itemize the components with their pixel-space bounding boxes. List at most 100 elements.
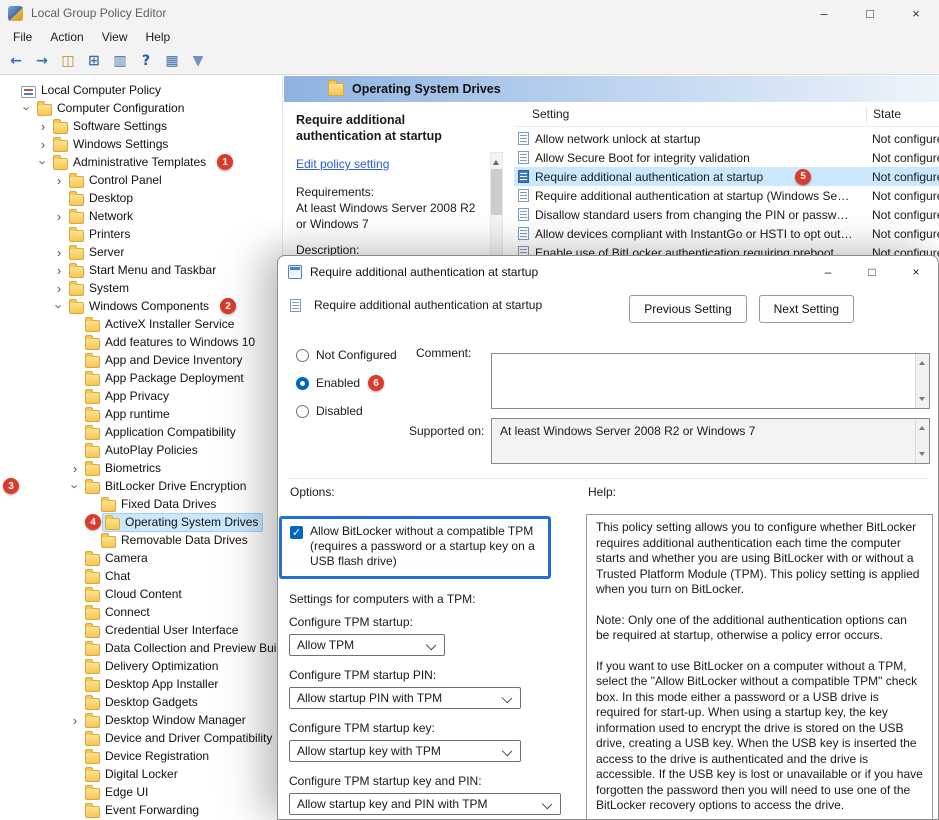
previous-setting-button[interactable]: Previous Setting	[629, 295, 746, 323]
dialog-minimize-button[interactable]: –	[806, 256, 850, 288]
forward-icon[interactable]: →	[30, 50, 54, 72]
tree-item[interactable]: Biometrics	[0, 459, 282, 477]
tree-expander-icon[interactable]	[36, 155, 50, 170]
tree-item[interactable]: Data Collection and Preview Builds	[0, 639, 282, 657]
tree-item[interactable]: Edge UI	[0, 783, 282, 801]
tree-item-body[interactable]: Cloud Content	[82, 585, 187, 604]
tree-item[interactable]: Software Settings	[0, 117, 282, 135]
tree-item[interactable]: Fixed Data Drives	[0, 495, 282, 513]
help-icon[interactable]: ?	[134, 50, 158, 72]
tree-item-body[interactable]: Desktop	[66, 189, 138, 208]
tree-item[interactable]: Windows Settings	[0, 135, 282, 153]
properties-icon[interactable]: ▥	[108, 50, 132, 72]
tree-item[interactable]: Removable Data Drives	[0, 531, 282, 549]
tree-item-body[interactable]: Desktop Gadgets	[82, 693, 203, 712]
radio-option[interactable]: Disabled	[296, 404, 397, 418]
next-setting-button[interactable]: Next Setting	[759, 295, 854, 323]
tree-item[interactable]: Camera	[0, 549, 282, 567]
tree-item-body[interactable]: Device Registration	[82, 747, 214, 766]
tree-expander-icon[interactable]	[52, 281, 66, 296]
tree-item-body[interactable]: BitLocker Drive Encryption	[82, 477, 251, 496]
tree-item[interactable]: Server	[0, 243, 282, 261]
dropdown-select[interactable]: Allow TPM	[289, 634, 445, 656]
dialog-close-button[interactable]: ×	[894, 256, 938, 288]
tree-item[interactable]: Printers	[0, 225, 282, 243]
tree-item[interactable]: Administrative Templates 1	[0, 153, 282, 171]
dropdown-select[interactable]: Allow startup PIN with TPM	[289, 687, 521, 709]
tree-item[interactable]: Desktop App Installer	[0, 675, 282, 693]
tree-item-body[interactable]: Credential User Interface	[82, 621, 243, 640]
dialog-maximize-button[interactable]: □	[850, 256, 894, 288]
tree-item-body[interactable]: Fixed Data Drives	[98, 495, 221, 514]
tree-item-body[interactable]: Local Computer Policy	[18, 81, 166, 100]
scrollbar[interactable]	[915, 419, 929, 463]
settings-list-row[interactable]: Require additional authentication at sta…	[514, 186, 939, 205]
tree-expander-icon[interactable]	[36, 119, 50, 134]
tree-item[interactable]: Credential User Interface	[0, 621, 282, 639]
show-console-tree-icon[interactable]: ◫	[56, 50, 80, 72]
radio-option[interactable]: Enabled 6	[296, 375, 397, 391]
tree-item-body[interactable]: Control Panel	[66, 171, 167, 190]
tree-expander-icon[interactable]	[36, 137, 50, 152]
tree-item-body[interactable]: Desktop Window Manager	[82, 711, 251, 730]
tree-item-body[interactable]: Connect	[82, 603, 155, 622]
tree-item[interactable]: Control Panel	[0, 171, 282, 189]
menu-item[interactable]: File	[4, 28, 41, 46]
column-header-setting[interactable]: Setting	[532, 107, 569, 121]
tree-item[interactable]: Add features to Windows 10	[0, 333, 282, 351]
tree-expander-icon[interactable]	[68, 461, 82, 476]
radio-option[interactable]: Not Configured	[296, 348, 397, 362]
tree-item-body[interactable]: Data Collection and Preview Builds	[82, 639, 283, 658]
tree-item[interactable]: Device Registration	[0, 747, 282, 765]
tree-item-body[interactable]: Start Menu and Taskbar	[66, 261, 221, 280]
tree-item-body[interactable]: Operating System Drives	[102, 513, 263, 532]
edit-policy-setting-link[interactable]: Edit policy setting	[296, 156, 486, 172]
tree-item[interactable]: Desktop Window Manager	[0, 711, 282, 729]
tree-item[interactable]: Digital Locker	[0, 765, 282, 783]
tree-item-body[interactable]: Biometrics	[82, 459, 166, 478]
tree-item[interactable]: Windows Components 2	[0, 297, 282, 315]
icon-view-icon[interactable]: ▦	[160, 50, 184, 72]
tree-item-body[interactable]: Digital Locker	[82, 765, 183, 784]
tree-item[interactable]: Device and Driver Compatibility	[0, 729, 282, 747]
tree-item[interactable]: 3 BitLocker Drive Encryption	[0, 477, 282, 495]
tree-item[interactable]: Application Compatibility	[0, 423, 282, 441]
tree-item-body[interactable]: System	[66, 279, 134, 298]
tree-item[interactable]: Desktop Gadgets	[0, 693, 282, 711]
tree-item[interactable]: Computer Configuration	[0, 99, 282, 117]
tree-expander-icon[interactable]	[52, 173, 66, 188]
menu-item[interactable]: View	[93, 28, 137, 46]
scroll-up-icon[interactable]	[491, 153, 502, 167]
tree-item[interactable]: Chat	[0, 567, 282, 585]
tree-item[interactable]: 4 Operating System Drives	[0, 513, 282, 531]
filter-icon[interactable]: ▼	[186, 50, 210, 72]
tree-item-body[interactable]: Chat	[82, 567, 135, 586]
tree-expander-icon[interactable]	[20, 101, 34, 116]
settings-list-row[interactable]: Allow network unlock at startup Not conf…	[514, 129, 939, 148]
tree-item-body[interactable]: Application Compatibility	[82, 423, 241, 442]
menu-item[interactable]: Help	[137, 28, 180, 46]
tree-item-body[interactable]: Delivery Optimization	[82, 657, 223, 676]
tree-item[interactable]: Event Forwarding	[0, 801, 282, 819]
tree-item-body[interactable]: Administrative Templates	[50, 153, 211, 172]
tree-item-body[interactable]: Computer Configuration	[34, 99, 189, 118]
close-button[interactable]: ×	[893, 0, 939, 26]
tree-item-body[interactable]: Removable Data Drives	[98, 531, 253, 550]
settings-list-row[interactable]: Allow Secure Boot for integrity validati…	[514, 148, 939, 167]
tree-expander-icon[interactable]	[52, 209, 66, 224]
tree-item-body[interactable]: Server	[66, 243, 129, 262]
tree-item[interactable]: Local Computer Policy	[0, 81, 282, 99]
menu-item[interactable]: Action	[41, 28, 92, 46]
tree-item[interactable]: Cloud Content	[0, 585, 282, 603]
tree-item-body[interactable]: App Privacy	[82, 387, 174, 406]
export-list-icon[interactable]: ⊞	[82, 50, 106, 72]
tree-expander-icon[interactable]	[52, 263, 66, 278]
tree-item-body[interactable]: Device and Driver Compatibility	[82, 729, 277, 748]
tree-item-body[interactable]: App runtime	[82, 405, 175, 424]
tree-expander-icon[interactable]	[52, 299, 66, 314]
tree-item-body[interactable]: Network	[66, 207, 138, 226]
column-header-state[interactable]: State	[866, 107, 901, 123]
tree-item-body[interactable]: Windows Components	[66, 297, 214, 316]
scrollbar-thumb[interactable]	[491, 169, 502, 215]
comment-textarea[interactable]	[491, 353, 930, 409]
